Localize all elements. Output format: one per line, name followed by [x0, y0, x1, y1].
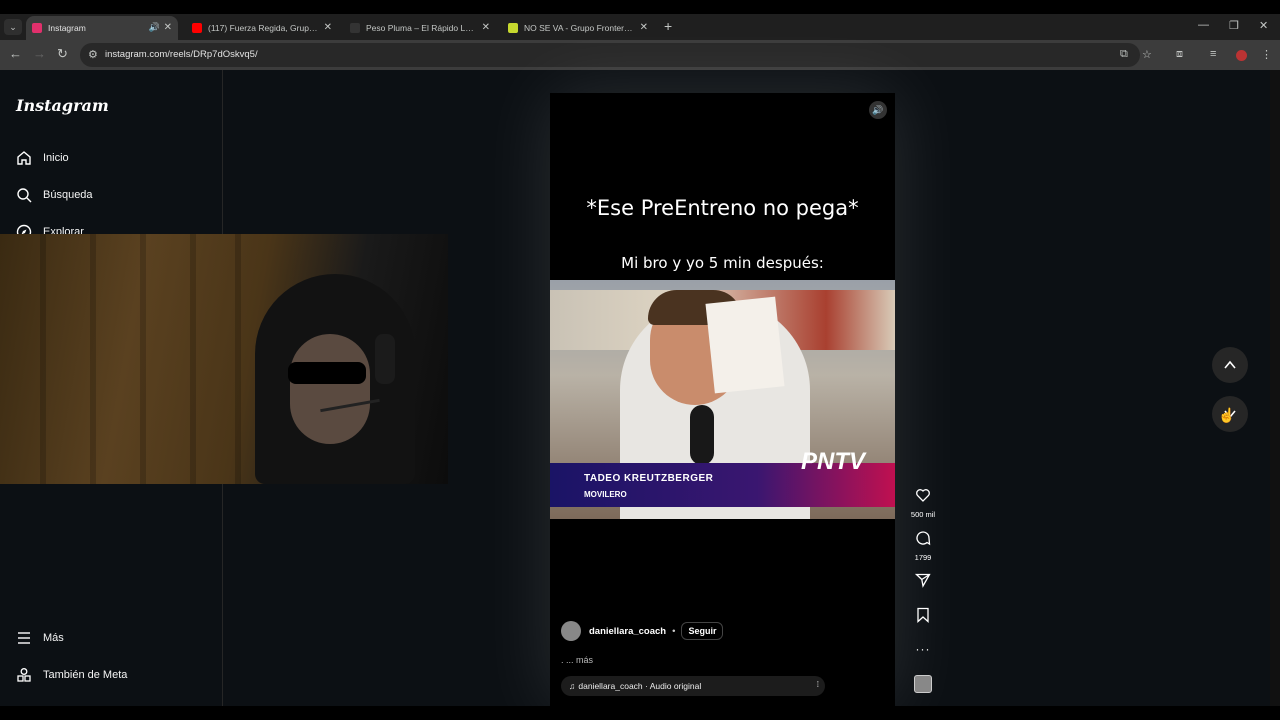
close-tab-icon[interactable]: ✕: [164, 22, 172, 33]
speaker-icon[interactable]: 🔊: [149, 22, 160, 33]
send-icon: [914, 573, 931, 588]
youtube-favicon-icon: [192, 23, 202, 33]
browser-menu-icon[interactable]: ⋮: [1261, 48, 1272, 61]
lyrics-favicon-icon: [350, 23, 360, 33]
like-count: 500 mil: [910, 510, 936, 519]
caption-more-link[interactable]: . ... más: [561, 655, 593, 665]
author-row: daniellara_coach • Seguir: [561, 621, 724, 641]
sidebar-item-label: También de Meta: [43, 669, 128, 681]
sidebar-item-tambien-de-meta[interactable]: También de Meta: [16, 667, 127, 683]
sidebar-item-busqueda[interactable]: Búsqueda: [16, 187, 93, 203]
page-scrollbar[interactable]: [1270, 70, 1280, 706]
instagram-logo[interactable]: Instagram: [16, 96, 109, 115]
address-bar[interactable]: ⚙ instagram.com/reels/DRp7dOskvq5/: [80, 43, 1140, 67]
separator-dot: •: [672, 625, 676, 637]
tab-title: (117) Fuerza Regida, Grupo Fro: [208, 23, 329, 33]
save-action[interactable]: [908, 607, 938, 628]
bottom-strip: [0, 706, 1280, 720]
reporter-microphone: [690, 405, 714, 465]
audio-label: daniellara_coach · Audio original: [578, 681, 702, 691]
curtain-fold: [140, 234, 146, 484]
lower-third-role: MOVILERO: [584, 490, 627, 499]
close-window-icon[interactable]: ✕: [1259, 19, 1268, 32]
headset: [375, 334, 395, 384]
search-icon: [17, 188, 32, 203]
reload-icon[interactable]: ↻: [57, 46, 68, 62]
url-text[interactable]: instagram.com/reels/DRp7dOskvq5/: [105, 49, 258, 60]
back-icon[interactable]: ←: [9, 46, 22, 61]
instagram-page: Instagram Inicio Búsqueda Explorar Más T…: [0, 70, 1270, 706]
audio-thumbnail[interactable]: [914, 675, 932, 693]
reel-player[interactable]: 🔊 *Ese PreEntreno no pega* Mi bro y yo 5…: [550, 93, 895, 706]
instagram-favicon-icon: [32, 23, 42, 33]
extensions-icon[interactable]: ⧈: [1176, 48, 1183, 61]
sidebar-item-label: Búsqueda: [43, 189, 93, 201]
webcam-overlay: [0, 234, 448, 484]
tab-lyrics[interactable]: Peso Pluma – El Rápido Letra | ✕: [344, 16, 496, 40]
reporter-paper: [705, 296, 785, 394]
curtain-fold: [235, 234, 241, 484]
tab-instagram[interactable]: Instagram 🔊 ✕: [26, 16, 178, 40]
home-icon: [17, 151, 31, 165]
sunglasses: [288, 362, 366, 384]
close-tab-icon[interactable]: ✕: [324, 22, 332, 33]
media-controls-icon[interactable]: ≡: [1210, 48, 1216, 60]
volume-icon[interactable]: 🔊: [869, 101, 887, 119]
person-face: [290, 334, 370, 444]
like-action[interactable]: 500 mil: [908, 487, 938, 519]
grip-icon: ⁞: [816, 680, 819, 689]
install-app-icon[interactable]: ⧉: [1120, 48, 1128, 61]
reel-caption-title: *Ese PreEntreno no pega*: [586, 196, 859, 220]
author-username[interactable]: daniellara_coach: [589, 626, 666, 637]
forward-icon[interactable]: →: [33, 46, 46, 61]
menu-icon: [18, 632, 30, 644]
comment-icon: [916, 531, 931, 546]
bookmark-icon: [917, 607, 929, 623]
channel-logo: PNTV: [800, 448, 865, 475]
top-strip: [0, 0, 1280, 14]
new-tab-icon[interactable]: +: [664, 18, 672, 34]
curtain-fold: [90, 234, 96, 484]
music-note-icon: ♫: [569, 681, 576, 691]
share-action[interactable]: [908, 572, 938, 593]
comment-action[interactable]: 1799: [908, 530, 938, 562]
tab-search-button[interactable]: ⌄: [4, 19, 22, 35]
chevron-up-icon: [1224, 360, 1236, 369]
restore-icon[interactable]: ❐: [1229, 19, 1239, 32]
avatar[interactable]: [561, 621, 581, 641]
reel-caption-subtitle: Mi bro y yo 5 min después:: [621, 254, 824, 272]
sidebar-item-label: Más: [43, 632, 64, 644]
meta-icon: [17, 668, 31, 682]
comment-count: 1799: [914, 553, 932, 562]
lyrics-site-favicon-icon: [508, 23, 518, 33]
follow-button[interactable]: Seguir: [681, 622, 724, 640]
sidebar-item-inicio[interactable]: Inicio: [16, 150, 69, 166]
curtain-fold: [40, 234, 46, 484]
tab-no-se-va[interactable]: NO SE VA - Grupo Frontera - LE ✕: [502, 16, 654, 40]
bookmark-star-icon[interactable]: ☆: [1142, 48, 1152, 61]
hand-cursor-icon: ☝: [1218, 407, 1236, 423]
site-info-icon[interactable]: ⚙: [88, 48, 98, 61]
profile-avatar[interactable]: [1236, 50, 1247, 61]
audio-pill[interactable]: ♫ daniellara_coach · Audio original ⁞: [561, 676, 825, 696]
tab-title: Peso Pluma – El Rápido Letra |: [366, 23, 485, 33]
more-options-icon[interactable]: ···: [908, 642, 938, 656]
heart-icon: [916, 489, 930, 502]
close-tab-icon[interactable]: ✕: [640, 22, 648, 33]
tab-bar: ⌄ Instagram 🔊 ✕ (117) Fuerza Regida, Gru…: [0, 14, 1280, 40]
tab-youtube[interactable]: (117) Fuerza Regida, Grupo Fro ✕: [186, 16, 338, 40]
lower-third-name: TADEO KREUTZBERGER: [584, 473, 714, 484]
minimize-icon[interactable]: —: [1198, 19, 1209, 31]
sidebar-item-mas[interactable]: Más: [16, 630, 64, 646]
curtain-fold: [190, 234, 196, 484]
tab-title: NO SE VA - Grupo Frontera - LE: [524, 23, 647, 33]
sidebar-item-label: Inicio: [43, 152, 69, 164]
browser-toolbar: ← → ↻ ⚙ instagram.com/reels/DRp7dOskvq5/…: [0, 40, 1280, 70]
close-tab-icon[interactable]: ✕: [482, 22, 490, 33]
previous-reel-button[interactable]: [1212, 347, 1248, 383]
reel-video[interactable]: TADEO KREUTZBERGER MOVILERO PNTV: [550, 280, 895, 519]
